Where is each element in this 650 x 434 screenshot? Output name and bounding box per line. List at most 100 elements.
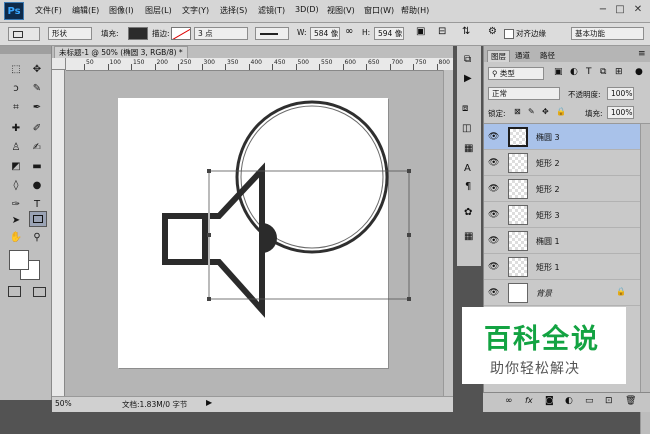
- path-alignment-icon[interactable]: ⊟: [438, 26, 446, 37]
- eyedropper-tool-icon[interactable]: ✒: [27, 98, 47, 118]
- layer-row-rect-2-b[interactable]: 👁 矩形 2: [484, 176, 640, 202]
- new-layer-icon[interactable]: ⊡: [605, 396, 613, 406]
- document-tab[interactable]: 未标题-1 @ 50% (椭圆 3, RGB/8) *: [54, 46, 188, 58]
- maximize-icon[interactable]: □: [613, 3, 627, 17]
- navigator-panel-icon[interactable]: ▦: [464, 231, 473, 242]
- actions-panel-icon[interactable]: ▶: [464, 73, 472, 84]
- eye-icon[interactable]: 👁: [488, 236, 499, 246]
- link-layers-icon[interactable]: ∞: [505, 396, 513, 406]
- layer-row-rect-3[interactable]: 👁 矩形 3: [484, 202, 640, 228]
- adjustment-layer-icon[interactable]: ◐: [565, 396, 573, 406]
- path-arrangement-icon[interactable]: ⇅: [462, 26, 470, 37]
- stroke-type-select[interactable]: [255, 27, 289, 40]
- fill-field[interactable]: 100%: [607, 106, 634, 119]
- layers-scrollbar[interactable]: [640, 124, 650, 434]
- menu-type[interactable]: 文字(Y): [182, 5, 209, 16]
- foreground-color-swatch[interactable]: [9, 250, 29, 270]
- tool-mode-select[interactable]: 形状: [48, 27, 92, 40]
- brush-tool-icon[interactable]: ✐: [27, 119, 47, 139]
- healing-brush-tool-icon[interactable]: ✚: [6, 119, 26, 139]
- quick-mask-icon[interactable]: [8, 286, 21, 297]
- fill-color-swatch[interactable]: [128, 27, 148, 40]
- anchor-handle[interactable]: [407, 169, 411, 173]
- screen-mode-icon[interactable]: [33, 287, 46, 297]
- history-brush-tool-icon[interactable]: ✍: [27, 138, 47, 158]
- path-operations-icon[interactable]: ▣: [416, 26, 425, 37]
- zoom-tool-icon[interactable]: ⚲: [27, 228, 47, 248]
- tab-channels[interactable]: 通道: [512, 50, 533, 61]
- lasso-tool-icon[interactable]: ↄ: [6, 79, 26, 99]
- filter-type-icon[interactable]: T: [586, 67, 592, 77]
- layer-row-rect-2[interactable]: 👁 矩形 2: [484, 150, 640, 176]
- align-edges-checkbox[interactable]: [504, 29, 514, 39]
- menu-file[interactable]: 文件(F): [35, 5, 62, 16]
- menu-3d[interactable]: 3D(D): [295, 5, 319, 14]
- filter-toggle-icon[interactable]: ●: [635, 67, 643, 77]
- anchor-handle[interactable]: [407, 297, 411, 301]
- add-mask-icon[interactable]: ◙: [545, 396, 554, 406]
- paragraph-panel-icon[interactable]: ¶: [465, 181, 471, 192]
- workspace-select[interactable]: 基本功能: [571, 27, 644, 40]
- eye-icon[interactable]: 👁: [488, 288, 499, 298]
- status-arrow-icon[interactable]: ▶: [206, 398, 212, 407]
- clone-stamp-tool-icon[interactable]: ♙: [6, 138, 26, 158]
- blend-mode-select[interactable]: 正常: [488, 87, 560, 100]
- eye-icon[interactable]: 👁: [488, 158, 499, 168]
- menu-layer[interactable]: 图层(L): [145, 5, 172, 16]
- vertical-scrollbar[interactable]: [443, 70, 453, 396]
- layer-filter-select[interactable]: ⚲ 类型: [488, 67, 544, 80]
- group-folder-icon[interactable]: ▭: [585, 396, 594, 406]
- eye-icon[interactable]: 👁: [488, 132, 499, 142]
- blur-tool-icon[interactable]: ◊: [6, 176, 26, 196]
- panel-menu-icon[interactable]: ≡: [638, 49, 646, 59]
- layer-row-ellipse-1[interactable]: 👁 椭圆 1: [484, 228, 640, 254]
- stroke-color-swatch[interactable]: [171, 27, 191, 40]
- filter-shape-icon[interactable]: ⧉: [600, 67, 606, 77]
- lock-image-icon[interactable]: ✎: [528, 107, 535, 116]
- filter-pixel-icon[interactable]: ▣: [554, 67, 563, 77]
- layer-style-icon[interactable]: fx: [525, 396, 533, 405]
- zoom-level[interactable]: 50%: [55, 399, 72, 408]
- gear-icon[interactable]: ⚙: [488, 26, 497, 37]
- move-tool-icon[interactable]: ✥: [27, 60, 47, 80]
- dodge-tool-icon[interactable]: ●: [27, 176, 47, 196]
- filter-smart-object-icon[interactable]: ⊞: [615, 67, 623, 77]
- properties-panel-icon[interactable]: ✿: [464, 207, 472, 218]
- layer-row-ellipse-3[interactable]: 👁 椭圆 3: [484, 124, 640, 150]
- lock-transparency-icon[interactable]: ⊠: [514, 107, 521, 116]
- close-icon[interactable]: ✕: [631, 3, 645, 17]
- tab-layers[interactable]: 图层: [487, 50, 510, 62]
- minimize-icon[interactable]: −: [596, 3, 610, 17]
- anchor-handle[interactable]: [407, 233, 411, 237]
- anchor-handle[interactable]: [207, 297, 211, 301]
- eye-icon[interactable]: 👁: [488, 210, 499, 220]
- opacity-field[interactable]: 100%: [607, 87, 634, 100]
- history-panel-icon[interactable]: ⧉: [464, 54, 471, 65]
- link-icon[interactable]: ∞: [345, 26, 353, 37]
- swatches-panel-icon[interactable]: ▦: [464, 143, 473, 154]
- styles-panel-icon[interactable]: ◫: [462, 123, 471, 134]
- menu-edit[interactable]: 编辑(E): [72, 5, 99, 16]
- menu-window[interactable]: 窗口(W): [364, 5, 394, 16]
- anchor-handle[interactable]: [207, 169, 211, 173]
- lock-all-icon[interactable]: 🔒: [556, 107, 566, 116]
- rectangle-tool-icon[interactable]: [29, 211, 47, 227]
- gradient-tool-icon[interactable]: ▬: [27, 157, 47, 177]
- anchor-handle[interactable]: [207, 233, 211, 237]
- menu-image[interactable]: 图像(I): [109, 5, 134, 16]
- eye-icon[interactable]: 👁: [488, 184, 499, 194]
- lock-position-icon[interactable]: ✥: [542, 107, 549, 116]
- stroke-width-field[interactable]: 3 点: [194, 27, 248, 40]
- layer-row-background[interactable]: 👁 背景 🔒: [484, 280, 640, 306]
- height-field[interactable]: 594 像: [374, 27, 404, 40]
- ruler-origin[interactable]: [52, 58, 66, 70]
- eraser-tool-icon[interactable]: ◩: [6, 157, 26, 177]
- tab-paths[interactable]: 路径: [537, 50, 558, 61]
- tool-preset-picker[interactable]: [8, 27, 40, 41]
- marquee-tool-icon[interactable]: ⬚: [6, 60, 26, 80]
- menu-filter[interactable]: 滤镜(T): [258, 5, 285, 16]
- hand-tool-icon[interactable]: ✋: [6, 228, 26, 248]
- menu-view[interactable]: 视图(V): [327, 5, 355, 16]
- width-field[interactable]: 584 像: [310, 27, 340, 40]
- trash-icon[interactable]: 🗑: [625, 396, 636, 406]
